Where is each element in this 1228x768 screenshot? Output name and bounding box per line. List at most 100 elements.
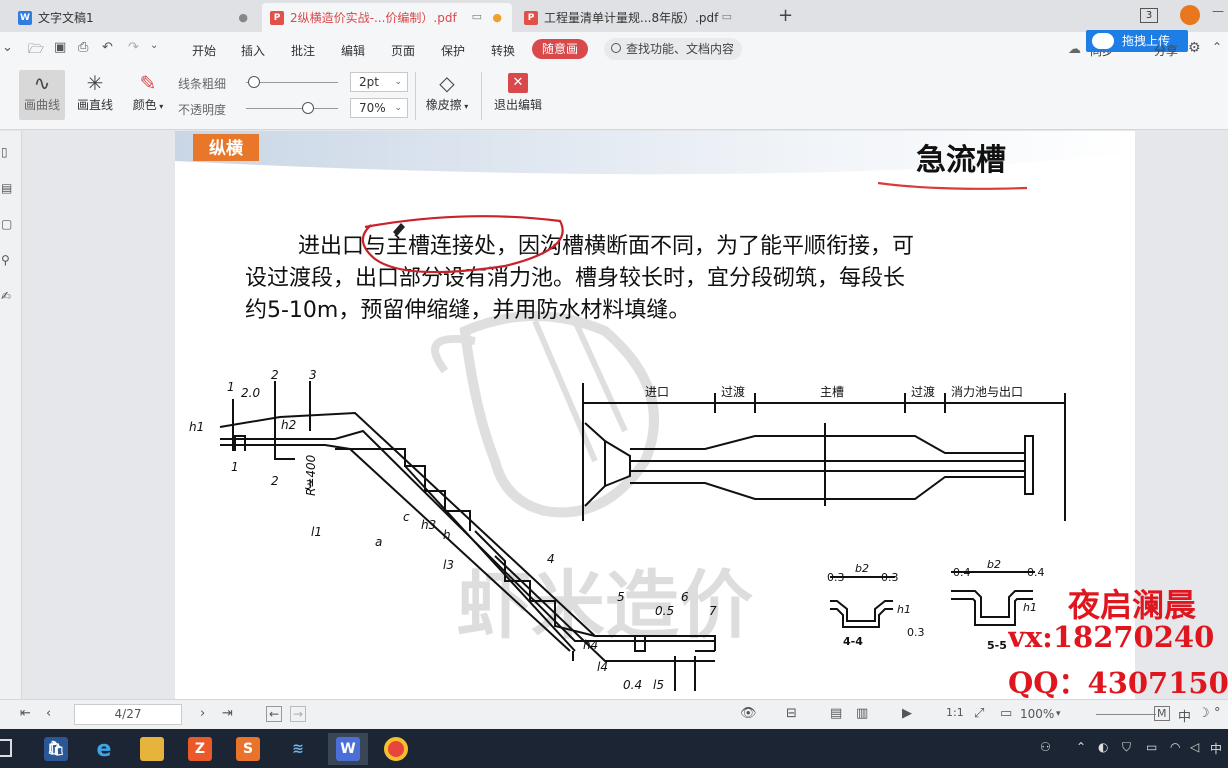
- window-icon[interactable]: ▭: [722, 10, 732, 23]
- tab-document-1[interactable]: W 文字文稿1 ●: [10, 3, 258, 32]
- bookmark-icon[interactable]: ▯: [1, 145, 8, 159]
- last-page-icon[interactable]: ⇥: [222, 706, 233, 721]
- menu-page[interactable]: 页面: [391, 42, 415, 59]
- people-icon[interactable]: ⚇: [1040, 740, 1051, 754]
- zoom-value[interactable]: 100%: [1020, 707, 1054, 721]
- plan-view-drawing: [582, 383, 1066, 521]
- color-button[interactable]: ✎ 颜色 ▾: [128, 70, 168, 120]
- settings-icon[interactable]: ⚙: [1188, 40, 1201, 56]
- draw-curve-button[interactable]: ∿ 画曲线: [19, 70, 65, 120]
- cloud-icon[interactable]: ☁: [1068, 42, 1081, 57]
- page-number-input[interactable]: 4/27: [74, 704, 182, 725]
- s-app[interactable]: S: [228, 733, 268, 765]
- unsaved-dot-icon[interactable]: ●: [492, 11, 502, 24]
- menu-insert[interactable]: 插入: [241, 42, 265, 59]
- double-page-icon[interactable]: ▥: [856, 706, 868, 721]
- thickness-slider-knob[interactable]: [248, 76, 260, 88]
- ime-tray-icon[interactable]: 中: [1210, 740, 1222, 757]
- menu-annotate[interactable]: 批注: [291, 42, 315, 59]
- tab-document-3[interactable]: P 工程量清单计量规...8年版）.pdf ▭: [516, 3, 762, 32]
- eye-icon[interactable]: 👁: [740, 706, 757, 721]
- wifi-icon[interactable]: ◠: [1170, 740, 1180, 754]
- redo-icon[interactable]: ↷: [128, 40, 139, 55]
- shield-icon[interactable]: ⛉: [1122, 740, 1131, 755]
- ime-moon-icon[interactable]: ☽: [1198, 706, 1210, 721]
- ime-mode[interactable]: 中: [1178, 706, 1191, 725]
- window-icon[interactable]: ▭: [472, 10, 482, 23]
- color-text: 颜色: [132, 98, 157, 112]
- minimize-icon[interactable]: —: [1212, 4, 1224, 18]
- section-label: 5: [617, 590, 625, 604]
- chevron-down-icon[interactable]: ⌄: [2, 40, 13, 55]
- section-label: l4: [597, 660, 608, 674]
- baidu-cloud-icon: [1092, 33, 1114, 49]
- volume-icon[interactable]: ◁: [1190, 740, 1199, 754]
- comment-icon[interactable]: ▢: [1, 217, 12, 231]
- more-icon[interactable]: ⌄: [150, 40, 158, 51]
- section-label: 0.4: [623, 678, 642, 692]
- window-count-badge[interactable]: 3: [1140, 8, 1158, 23]
- draw-line-button[interactable]: ✳ 画直线: [72, 70, 118, 120]
- folder-icon: [140, 737, 164, 761]
- new-tab-button[interactable]: +: [778, 5, 793, 26]
- avatar[interactable]: [1180, 5, 1200, 25]
- wps-pdf-app[interactable]: W: [328, 733, 368, 765]
- exit-edit-button[interactable]: ✕ 退出编辑: [490, 70, 546, 120]
- dim-label: h1: [1023, 601, 1037, 614]
- back-icon[interactable]: ←: [266, 706, 283, 722]
- explorer-app[interactable]: [132, 733, 172, 765]
- menu-start[interactable]: 开始: [192, 42, 216, 59]
- chevron-up-icon[interactable]: ⌃: [1212, 40, 1222, 54]
- play-icon[interactable]: ▶: [902, 706, 912, 721]
- ie-app[interactable]: e: [84, 733, 124, 765]
- ime-m-icon[interactable]: M: [1154, 706, 1170, 721]
- fit-page-icon[interactable]: ▭: [1000, 706, 1012, 721]
- eraser-button[interactable]: ◇ 橡皮擦 ▾: [422, 70, 472, 120]
- print-icon[interactable]: ⎙: [78, 40, 88, 55]
- speed-app[interactable]: ≋: [278, 733, 318, 765]
- section-label: h4: [583, 638, 598, 652]
- plan-labels: 进口 过渡 主槽 过渡 消力池与出口: [645, 384, 1023, 399]
- section-label: l5: [653, 678, 664, 692]
- fit-icon[interactable]: ⤢: [974, 706, 984, 721]
- forward-icon[interactable]: →: [290, 706, 307, 722]
- search-input[interactable]: 查找功能、文档内容: [604, 38, 742, 60]
- thumbnail-icon[interactable]: ▤: [1, 181, 12, 195]
- attachment-icon[interactable]: ⚲: [1, 253, 10, 267]
- menu-protect[interactable]: 保护: [441, 42, 465, 59]
- dim-label: 0.4: [953, 566, 971, 579]
- menu-freehand[interactable]: 随意画: [532, 39, 588, 59]
- zoom-slider-track[interactable]: [1096, 714, 1156, 715]
- opacity-slider-track[interactable]: [246, 108, 338, 109]
- zoom-dropdown-icon[interactable]: ▾: [1056, 709, 1061, 719]
- menu-convert[interactable]: 转换: [491, 42, 515, 59]
- battery-icon[interactable]: ▭: [1146, 740, 1157, 754]
- continuous-page-icon[interactable]: ▤: [830, 706, 842, 721]
- share-label[interactable]: 分享: [1154, 42, 1178, 59]
- opacity-slider-knob[interactable]: [302, 102, 314, 114]
- single-page-icon[interactable]: ⊟: [786, 706, 797, 721]
- section-label: 3: [309, 368, 317, 382]
- undo-icon[interactable]: ↶: [102, 40, 113, 55]
- open-folder-icon[interactable]: 🗁: [28, 40, 44, 62]
- menu-edit[interactable]: 编辑: [341, 42, 365, 59]
- dim-label: 0.3: [907, 626, 925, 639]
- store-app[interactable]: 🛍: [36, 733, 76, 765]
- next-page-icon[interactable]: ›: [200, 706, 205, 721]
- save-icon[interactable]: ▣: [54, 40, 66, 55]
- start-icon[interactable]: [0, 739, 12, 757]
- tab-dot-icon[interactable]: ●: [238, 11, 248, 24]
- thickness-select[interactable]: 2pt ⌄: [350, 72, 408, 92]
- opacity-select[interactable]: 70% ⌄: [350, 98, 408, 118]
- z-app[interactable]: Z: [180, 733, 220, 765]
- first-page-icon[interactable]: ⇤: [20, 706, 31, 721]
- tab-document-2[interactable]: P 2纵横造价实战-...价编制）.pdf ▭ ●: [262, 3, 512, 32]
- signature-icon[interactable]: ✍: [1, 289, 11, 303]
- dim-label: b2: [987, 558, 1001, 571]
- tray-app-icon[interactable]: ◐: [1098, 740, 1108, 754]
- chrome-app[interactable]: [376, 733, 416, 765]
- prev-page-icon[interactable]: ‹: [46, 706, 51, 721]
- ime-dot-icon[interactable]: °: [1214, 706, 1221, 721]
- chevron-up-icon[interactable]: ⌃: [1076, 740, 1086, 754]
- actual-size-icon[interactable]: 1:1: [946, 706, 964, 719]
